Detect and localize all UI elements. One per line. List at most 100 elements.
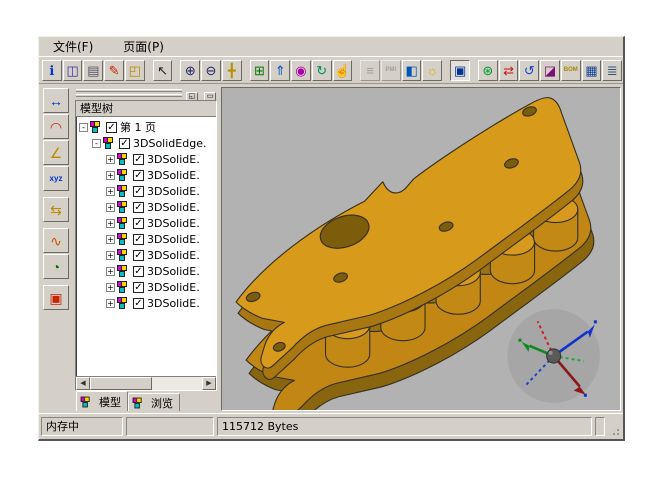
side-button-dim-volume[interactable]: ▣ xyxy=(43,285,69,310)
expand-icon[interactable]: + xyxy=(106,187,115,196)
solid-icon xyxy=(117,297,130,309)
expand-icon[interactable]: + xyxy=(106,171,115,180)
tree-row-label: 3DSolidE. xyxy=(147,185,200,198)
solid-icon xyxy=(117,265,130,277)
side-button-dim-distance[interactable]: ⇆ xyxy=(43,197,69,222)
visibility-checkbox[interactable]: ✓ xyxy=(133,266,144,277)
scroll-left-button[interactable]: ◀ xyxy=(76,377,90,390)
visibility-checkbox[interactable]: ✓ xyxy=(133,282,144,293)
toolbar-button-export-image[interactable]: ◰ xyxy=(125,60,145,81)
expand-icon[interactable]: + xyxy=(106,283,115,292)
expand-icon[interactable]: - xyxy=(92,139,101,148)
toolbar-button-markup-pen[interactable]: ✎ xyxy=(104,60,124,81)
visibility-checkbox[interactable]: ✓ xyxy=(133,170,144,181)
toolbar-button-bom[interactable]: BOM xyxy=(561,60,581,81)
scrollbar-track[interactable] xyxy=(152,377,202,390)
visibility-checkbox[interactable]: ✓ xyxy=(133,202,144,213)
print-icon: ▤ xyxy=(87,64,99,77)
visibility-checkbox[interactable]: ✓ xyxy=(119,138,130,149)
panel-grip[interactable]: ◱ ▭ xyxy=(75,87,217,99)
scroll-right-button[interactable]: ▶ xyxy=(202,377,216,390)
orientation-ball[interactable] xyxy=(507,309,599,403)
toolbar-button-print[interactable]: ▤ xyxy=(83,60,103,81)
report-table-icon: ▦ xyxy=(585,64,597,77)
tab-browse[interactable]: 浏览 xyxy=(128,393,180,411)
main-toolbar: ℹ ◫ ▤ ✎ ◰ ↖ ⊕ xyxy=(39,56,623,84)
side-button-dim-curve[interactable]: ∿ xyxy=(43,228,69,253)
toolbar-button-info[interactable]: ℹ xyxy=(42,60,62,81)
toolbar-button-page-layout[interactable]: ▣ xyxy=(450,60,470,81)
visibility-checkbox[interactable]: ✓ xyxy=(106,122,117,133)
visibility-checkbox[interactable]: ✓ xyxy=(133,298,144,309)
toolbar-button-zoom-select[interactable]: ⇑ xyxy=(270,60,290,81)
menu-bar: 文件(F) 页面(P) xyxy=(39,37,623,56)
visibility-checkbox[interactable]: ✓ xyxy=(133,186,144,197)
toolbar-button-zoom-window[interactable]: ⊞ xyxy=(250,60,270,81)
toolbar-button-zoom-in[interactable]: ⊕ xyxy=(180,60,200,81)
side-button-dim-coordinate[interactable]: xyz xyxy=(43,166,69,191)
solid-icon xyxy=(117,169,130,181)
tree-row-solid[interactable]: + ✓ 3DSolidE. xyxy=(76,199,216,215)
tab-model[interactable]: 模型 xyxy=(76,391,128,411)
toolbar-button-pan-hand[interactable]: ☝ xyxy=(333,60,353,81)
expand-icon[interactable]: + xyxy=(106,251,115,260)
toolbar-button-print-preview[interactable]: ◫ xyxy=(63,60,83,81)
tree-row-solid[interactable]: + ✓ 3DSolidE. xyxy=(76,247,216,263)
tree-row-solid[interactable]: + ✓ 3DSolidE. xyxy=(76,231,216,247)
tree-row-label: 3DSolidE. xyxy=(147,281,200,294)
toolbar-button-layers[interactable]: ≡ xyxy=(360,60,380,81)
tab-browse-icon xyxy=(133,397,145,408)
tree-row-page[interactable]: - ✓ 第 1 页 xyxy=(76,119,216,135)
print-preview-icon: ◫ xyxy=(66,64,78,77)
resize-grip[interactable] xyxy=(608,424,621,437)
toolbar-button-pmi[interactable]: PMI xyxy=(381,60,401,81)
tree-row-solid[interactable]: + ✓ 3DSolidE. xyxy=(76,295,216,311)
toolbar-button-assembly-axes[interactable]: ⊛ xyxy=(478,60,498,81)
side-button-dim-radius[interactable]: ◠ xyxy=(43,114,69,139)
tree-row-solid[interactable]: + ✓ 3DSolidE. xyxy=(76,263,216,279)
expand-icon[interactable]: + xyxy=(106,299,115,308)
toolbar-button-light[interactable]: ☼ xyxy=(422,60,442,81)
expand-icon[interactable]: + xyxy=(106,203,115,212)
visibility-checkbox[interactable]: ✓ xyxy=(133,154,144,165)
status-field-4 xyxy=(595,417,605,436)
visibility-checkbox[interactable]: ✓ xyxy=(133,218,144,229)
tree-row-solid[interactable]: + ✓ 3DSolidE. xyxy=(76,151,216,167)
toolbar-button-solid-box[interactable]: ◪ xyxy=(540,60,560,81)
tree-horizontal-scrollbar[interactable]: ◀ ▶ xyxy=(76,376,216,390)
side-button-dim-angle[interactable]: ∠ xyxy=(43,140,69,165)
expand-icon[interactable]: + xyxy=(106,219,115,228)
dim-coordinate-icon: xyz xyxy=(50,172,63,186)
side-button-dim-linear[interactable]: ↔ xyxy=(43,88,69,113)
toolbar-button-model-tree-toggle[interactable]: ≣ xyxy=(602,60,622,81)
visibility-checkbox[interactable]: ✓ xyxy=(133,234,144,245)
toolbar-button-report-table[interactable]: ▦ xyxy=(582,60,602,81)
viewport-3d[interactable] xyxy=(221,87,621,411)
expand-icon[interactable]: + xyxy=(106,155,115,164)
tree-row-solid[interactable]: + ✓ 3DSolidE. xyxy=(76,183,216,199)
tree-row-solid[interactable]: + ✓ 3DSolidE. xyxy=(76,279,216,295)
solid-icon xyxy=(117,153,130,165)
toolbar-button-zoom-out[interactable]: ⊖ xyxy=(201,60,221,81)
toolbar-button-move-part[interactable]: ⇄ xyxy=(499,60,519,81)
tree-row-solid[interactable]: + ✓ 3DSolidE. xyxy=(76,167,216,183)
toolbar-button-rotate-part[interactable]: ↺ xyxy=(519,60,539,81)
visibility-checkbox[interactable]: ✓ xyxy=(133,250,144,261)
status-fields: 内存中 115712 Bytes xyxy=(41,417,605,436)
expand-icon[interactable]: + xyxy=(106,235,115,244)
status-field-2 xyxy=(126,417,214,436)
toolbar-button-cube-view[interactable]: ◧ xyxy=(402,60,422,81)
toolbar-button-refresh-view[interactable]: ↻ xyxy=(312,60,332,81)
tree-row-assembly[interactable]: - ✓ 3DSolidEdge. xyxy=(76,135,216,151)
menu-item-file[interactable]: 文件(F) xyxy=(51,37,95,56)
toolbar-button-pan[interactable]: ╋ xyxy=(222,60,242,81)
orbit-rotate-icon: ◉ xyxy=(295,64,306,77)
tree-row-solid[interactable]: + ✓ 3DSolidE. xyxy=(76,215,216,231)
toolbar-button-select-cursor[interactable]: ↖ xyxy=(153,60,173,81)
scrollbar-thumb[interactable] xyxy=(90,377,152,390)
toolbar-button-orbit-rotate[interactable]: ◉ xyxy=(291,60,311,81)
menu-item-page[interactable]: 页面(P) xyxy=(121,37,166,56)
side-button-dim-area[interactable]: ◔ xyxy=(43,254,69,279)
expand-icon[interactable]: - xyxy=(79,123,88,132)
expand-icon[interactable]: + xyxy=(106,267,115,276)
